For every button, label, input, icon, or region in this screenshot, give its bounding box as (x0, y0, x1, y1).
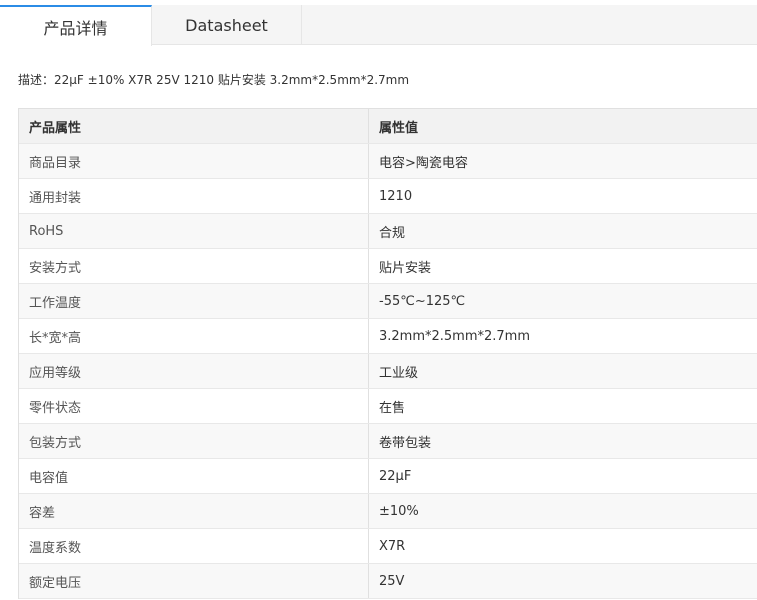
attribute-name: 安装方式 (19, 249, 369, 283)
table-row: 额定电压 25V (19, 564, 757, 599)
attribute-name: 通用封装 (19, 179, 369, 213)
attribute-name: 应用等级 (19, 354, 369, 388)
attribute-value: -55℃~125℃ (379, 293, 466, 309)
tab-bar: 产品详情 Datasheet (0, 5, 757, 46)
table-row: 电容值 22μF (19, 459, 757, 494)
product-description: 描述：22μF ±10% X7R 25V 1210 贴片安装 3.2mm*2.5… (18, 71, 409, 88)
attribute-value: 在售 (379, 400, 406, 416)
attribute-name: 长*宽*高 (19, 319, 369, 353)
table-row: 温度系数 X7R (19, 529, 757, 564)
attribute-value: 工业级 (379, 365, 419, 381)
table-row: 长*宽*高 3.2mm*2.5mm*2.7mm (19, 319, 757, 354)
attribute-value: 25V (379, 573, 405, 589)
table-row: RoHS 合规 (19, 214, 757, 249)
table-row: 商品目录 电容>陶瓷电容 (19, 144, 757, 179)
attribute-name: 零件状态 (19, 389, 369, 423)
attribute-value: 1210 (379, 188, 413, 204)
attribute-value: 贴片安装 (379, 260, 432, 276)
attribute-table: 产品属性 属性值 商品目录 电容>陶瓷电容 通用封装 1210 RoHS 合规 … (18, 108, 757, 599)
tab-product-details[interactable]: 产品详情 (0, 5, 152, 46)
attribute-name: RoHS (19, 214, 369, 248)
attribute-value: 22μF (379, 468, 412, 484)
header-attribute: 产品属性 (19, 109, 369, 143)
table-row: 工作温度 -55℃~125℃ (19, 284, 757, 319)
attribute-value: 卷带包装 (379, 435, 432, 451)
table-row: 安装方式 贴片安装 (19, 249, 757, 284)
attribute-value: X7R (379, 538, 406, 554)
attribute-name: 商品目录 (19, 144, 369, 178)
table-header-row: 产品属性 属性值 (19, 109, 757, 144)
table-row: 零件状态 在售 (19, 389, 757, 424)
attribute-value: 电容>陶瓷电容 (379, 155, 468, 171)
attribute-name: 包装方式 (19, 424, 369, 458)
attribute-name: 额定电压 (19, 564, 369, 598)
description-prefix: 描述： (18, 73, 55, 87)
table-row: 应用等级 工业级 (19, 354, 757, 389)
table-row: 容差 ±10% (19, 494, 757, 529)
header-value: 属性值 (379, 120, 419, 136)
table-row: 包装方式 卷带包装 (19, 424, 757, 459)
tab-datasheet[interactable]: Datasheet (152, 5, 302, 45)
attribute-name: 容差 (19, 494, 369, 528)
attribute-value: ±10% (379, 503, 419, 519)
attribute-value: 3.2mm*2.5mm*2.7mm (379, 328, 531, 344)
table-row: 通用封装 1210 (19, 179, 757, 214)
attribute-value: 合规 (379, 225, 406, 241)
attribute-name: 工作温度 (19, 284, 369, 318)
attribute-name: 温度系数 (19, 529, 369, 563)
attribute-name: 电容值 (19, 459, 369, 493)
product-detail-page: 产品详情 Datasheet 描述：22μF ±10% X7R 25V 1210… (0, 0, 757, 600)
description-text: 22μF ±10% X7R 25V 1210 贴片安装 3.2mm*2.5mm*… (54, 73, 410, 87)
